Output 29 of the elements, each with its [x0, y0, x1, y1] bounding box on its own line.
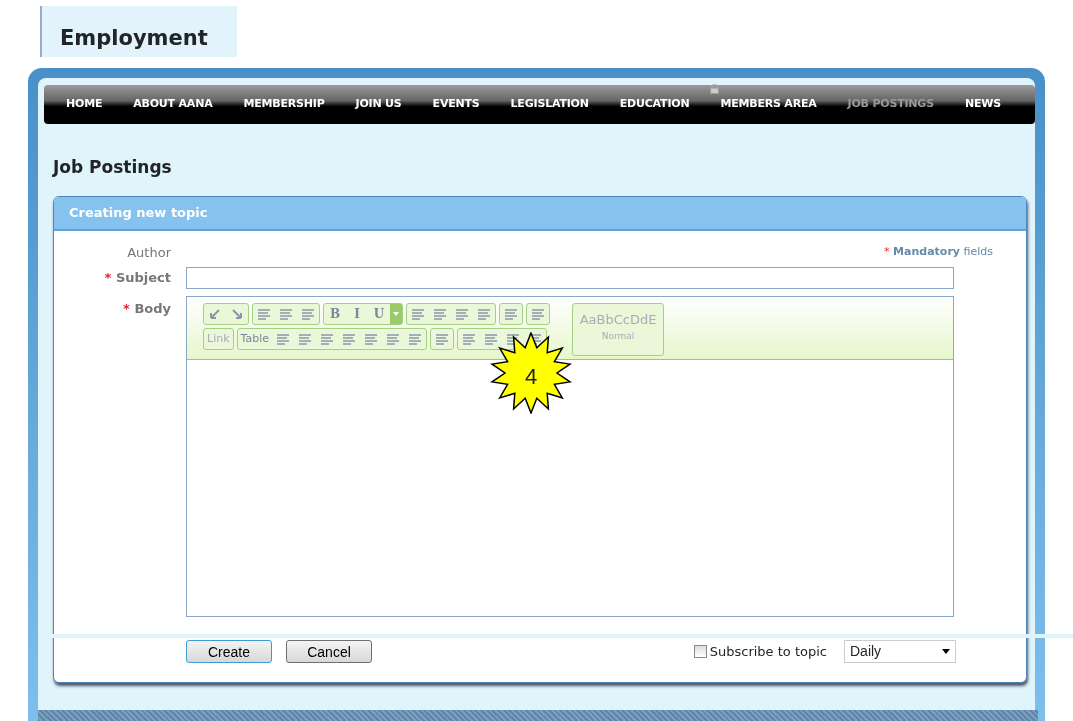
- page-title: Employment: [40, 6, 237, 57]
- style-preview: AaBbCcDdE: [578, 311, 658, 329]
- annotation-tooltip: 4: [490, 332, 572, 414]
- nav-link[interactable]: EVENTS: [432, 96, 491, 113]
- frequency-dropdown[interactable]: Daily: [844, 640, 956, 663]
- subscribe-checkbox[interactable]: [693, 645, 707, 658]
- nav-link[interactable]: MEMBERSHIP: [243, 96, 336, 113]
- mandatory-note: * Mandatory fields: [884, 244, 993, 260]
- nav-link[interactable]: EDUCATION: [619, 96, 701, 113]
- panel-title: Creating new topic: [54, 197, 1026, 231]
- text-editor[interactable]: B I U Link Table AaBbCcDdE Normal 4: [186, 296, 954, 617]
- field-label: Author: [126, 243, 171, 262]
- nav-link[interactable]: JOB POSTINGS: [847, 96, 945, 113]
- caret-icon[interactable]: [390, 304, 402, 324]
- nav-link[interactable]: NEWS: [964, 96, 1012, 113]
- checkbox-label: Subscribe to topic: [709, 642, 827, 661]
- nav-link[interactable]: MEMBERS AREA: [720, 96, 828, 113]
- create-button[interactable]: Create: [186, 640, 272, 663]
- field-label: * Body: [122, 300, 171, 318]
- caret-icon: [942, 649, 950, 654]
- nav-link[interactable]: HOME: [66, 96, 114, 113]
- subject-field[interactable]: [186, 267, 954, 289]
- field-label: * Subject: [103, 269, 171, 288]
- nav-link[interactable]: ABOUT AANA: [133, 96, 224, 113]
- cancel-button[interactable]: Cancel: [286, 640, 372, 663]
- nav-link[interactable]: JOIN US: [355, 96, 413, 113]
- nav-link[interactable]: LEGISLATION: [510, 96, 600, 113]
- style-name: Normal: [600, 329, 636, 343]
- section-title: Job Postings: [53, 159, 173, 176]
